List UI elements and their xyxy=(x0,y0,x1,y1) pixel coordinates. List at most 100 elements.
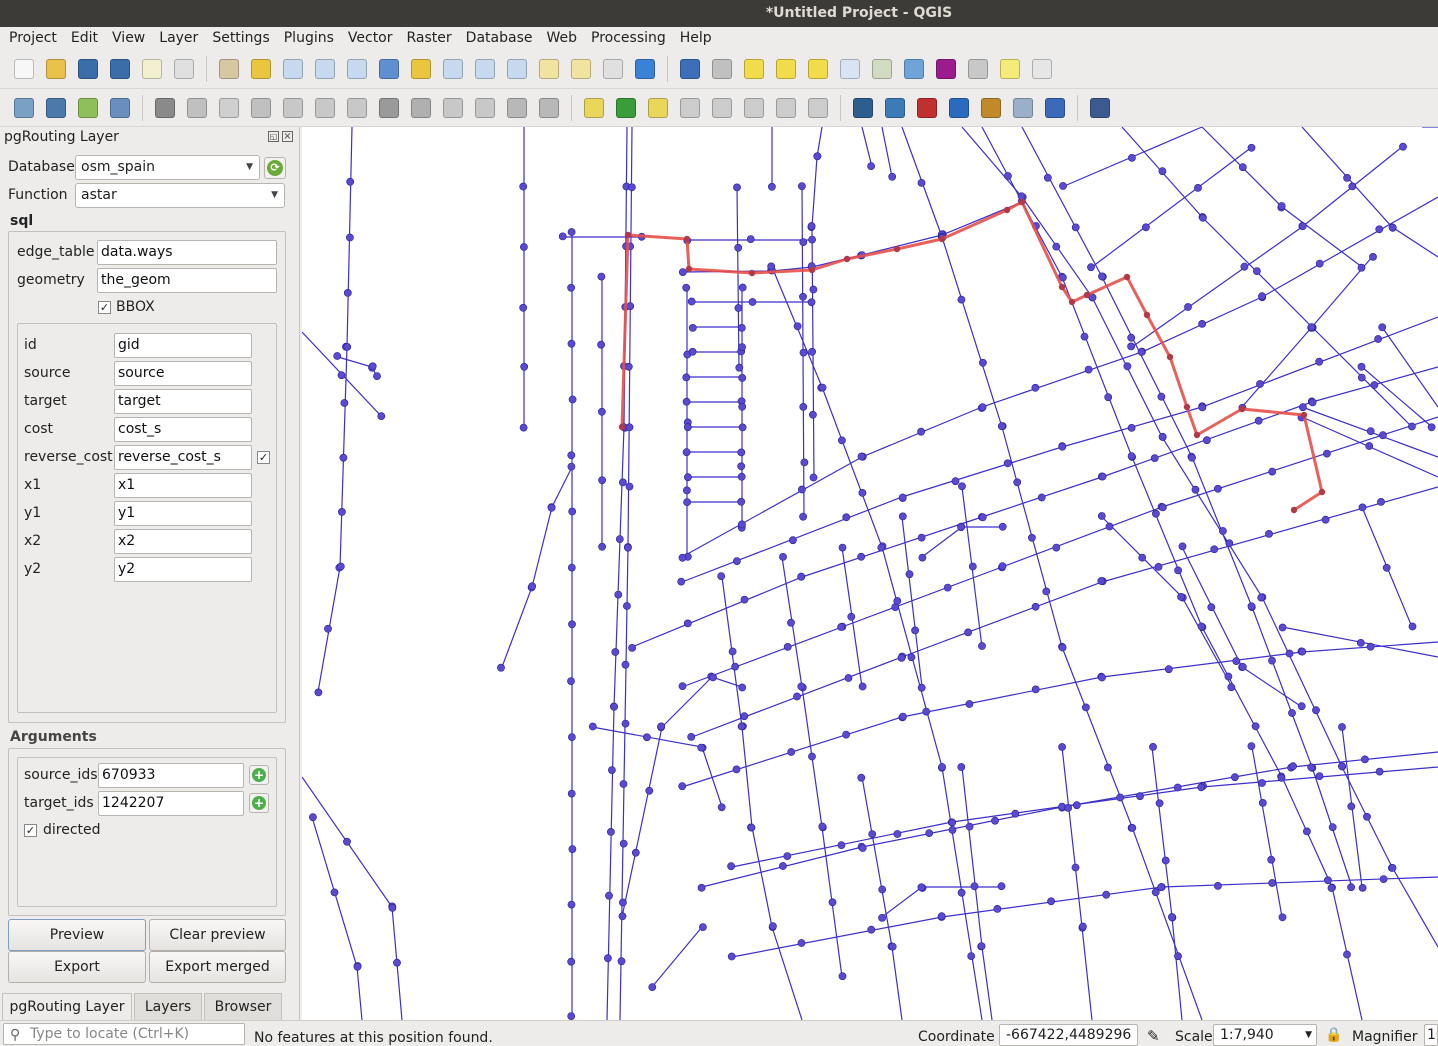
reverse-cost-checkbox[interactable]: ✓ xyxy=(257,451,270,464)
zoom-out-button[interactable] xyxy=(309,53,341,85)
edit-pencil-button[interactable] xyxy=(104,92,136,124)
directed-checkbox[interactable]: ✓ xyxy=(24,824,37,837)
add-feature-button[interactable] xyxy=(277,92,309,124)
preview-button[interactable]: Preview xyxy=(8,919,146,951)
move-label-button[interactable] xyxy=(738,92,770,124)
export-button[interactable]: Export xyxy=(8,951,146,983)
save-edits-button[interactable] xyxy=(149,92,181,124)
menu-raster[interactable]: Raster xyxy=(400,27,459,49)
add-source-id-button[interactable]: + xyxy=(249,765,269,785)
field-input-y2[interactable]: y2 xyxy=(114,557,252,582)
source-ids-input[interactable]: 670933 xyxy=(98,763,244,788)
attribute-table-button[interactable] xyxy=(834,53,866,85)
undo-button[interactable] xyxy=(501,92,533,124)
new-bookmark-button[interactable] xyxy=(533,53,565,85)
function-select[interactable]: astar ▼ xyxy=(75,183,285,208)
locator-search-input[interactable]: ⚲ Type to locate (Ctrl+K) xyxy=(3,1023,245,1045)
bbox-checkbox[interactable]: ✓ xyxy=(98,301,111,314)
show-hide-labels-button[interactable] xyxy=(706,92,738,124)
menu-layer[interactable]: Layer xyxy=(152,27,205,49)
run-action-button[interactable] xyxy=(706,53,738,85)
identify-button[interactable] xyxy=(674,53,706,85)
text-annotation-button[interactable] xyxy=(1026,53,1058,85)
zoom-selection-button[interactable] xyxy=(405,53,437,85)
tab-browser[interactable]: Browser xyxy=(204,993,282,1020)
select-features-button[interactable] xyxy=(738,53,770,85)
pgrouting-button[interactable] xyxy=(847,92,879,124)
wkt-button[interactable] xyxy=(911,92,943,124)
tab-pgrouting-layer[interactable]: pgRouting Layer xyxy=(2,993,132,1020)
processing-toolbox-button[interactable] xyxy=(898,53,930,85)
target-ids-input[interactable]: 1242207 xyxy=(98,791,244,816)
menu-web[interactable]: Web xyxy=(539,27,584,49)
tab-layers[interactable]: Layers xyxy=(134,993,202,1020)
export-merged-button[interactable]: Export merged xyxy=(149,951,286,983)
refresh-button[interactable] xyxy=(629,53,661,85)
help-button[interactable] xyxy=(1084,92,1116,124)
coordinate-capture-button[interactable] xyxy=(943,92,975,124)
edge-table-input[interactable]: data.ways xyxy=(97,240,277,265)
add-target-id-button[interactable]: + xyxy=(249,793,269,813)
pan-button[interactable] xyxy=(213,53,245,85)
plugins-button[interactable] xyxy=(1007,92,1039,124)
refresh-database-button[interactable]: ⟳ xyxy=(264,157,286,179)
field-input-x1[interactable]: x1 xyxy=(114,473,252,498)
menu-help[interactable]: Help xyxy=(673,27,719,49)
new-project-button[interactable] xyxy=(8,53,40,85)
magnifier-field[interactable]: 10 xyxy=(1424,1024,1438,1046)
open-project-button[interactable] xyxy=(40,53,72,85)
field-calculator-button[interactable] xyxy=(866,53,898,85)
menu-view[interactable]: View xyxy=(105,27,152,49)
menu-plugins[interactable]: Plugins xyxy=(277,27,341,49)
zoom-native-button[interactable] xyxy=(341,53,373,85)
print-layout-button[interactable] xyxy=(136,53,168,85)
add-postgis-layer-button[interactable] xyxy=(40,92,72,124)
python-console-button[interactable] xyxy=(879,92,911,124)
redo-button[interactable] xyxy=(533,92,565,124)
pin-label-button[interactable] xyxy=(674,92,706,124)
digitize-button[interactable] xyxy=(72,92,104,124)
field-input-reverse-cost[interactable]: reverse_cost_s xyxy=(114,445,252,470)
wkt-layer-button[interactable] xyxy=(1039,92,1071,124)
change-label-button[interactable] xyxy=(802,92,834,124)
zoom-next-button[interactable] xyxy=(501,53,533,85)
lock-scale-icon[interactable]: 🔒 xyxy=(1325,1027,1342,1043)
vertex-tool-button[interactable] xyxy=(309,92,341,124)
add-vector-layer-button[interactable] xyxy=(8,92,40,124)
float-panel-icon[interactable]: ◱ xyxy=(268,131,279,142)
toggle-extents-icon[interactable]: ✎ xyxy=(1147,1027,1160,1045)
menu-settings[interactable]: Settings xyxy=(205,27,276,49)
geometry-input[interactable]: the_geom xyxy=(97,268,277,293)
field-input-target[interactable]: target xyxy=(114,389,252,414)
zoom-full-button[interactable] xyxy=(373,53,405,85)
select-by-value-button[interactable] xyxy=(770,53,802,85)
menu-database[interactable]: Database xyxy=(459,27,540,49)
label-button[interactable] xyxy=(578,92,610,124)
menu-project[interactable]: Project xyxy=(2,27,64,49)
menu-vector[interactable]: Vector xyxy=(341,27,400,49)
save-layer-edits-button[interactable] xyxy=(245,92,277,124)
zoom-in-button[interactable] xyxy=(277,53,309,85)
zoom-last-button[interactable] xyxy=(469,53,501,85)
delete-selected-button[interactable] xyxy=(373,92,405,124)
temporal-button[interactable] xyxy=(597,53,629,85)
zoom-layer-button[interactable] xyxy=(437,53,469,85)
pencil-button[interactable] xyxy=(213,92,245,124)
field-input-id[interactable]: gid xyxy=(114,333,252,358)
modify-attributes-button[interactable] xyxy=(341,92,373,124)
save-project-button[interactable] xyxy=(72,53,104,85)
cut-features-button[interactable] xyxy=(405,92,437,124)
copy-features-button[interactable] xyxy=(437,92,469,124)
georeferencer-button[interactable] xyxy=(975,92,1007,124)
measure-button[interactable] xyxy=(962,53,994,85)
deselect-button[interactable] xyxy=(802,53,834,85)
field-input-x2[interactable]: x2 xyxy=(114,529,252,554)
paste-features-button[interactable] xyxy=(469,92,501,124)
field-input-source[interactable]: source xyxy=(114,361,252,386)
pan-to-selection-button[interactable] xyxy=(245,53,277,85)
highlight-label-button[interactable] xyxy=(642,92,674,124)
clear-preview-button[interactable]: Clear preview xyxy=(149,919,286,951)
statistics-button[interactable] xyxy=(930,53,962,85)
diagram-button[interactable] xyxy=(610,92,642,124)
coordinate-field[interactable]: -667422,4489296 xyxy=(999,1024,1138,1046)
